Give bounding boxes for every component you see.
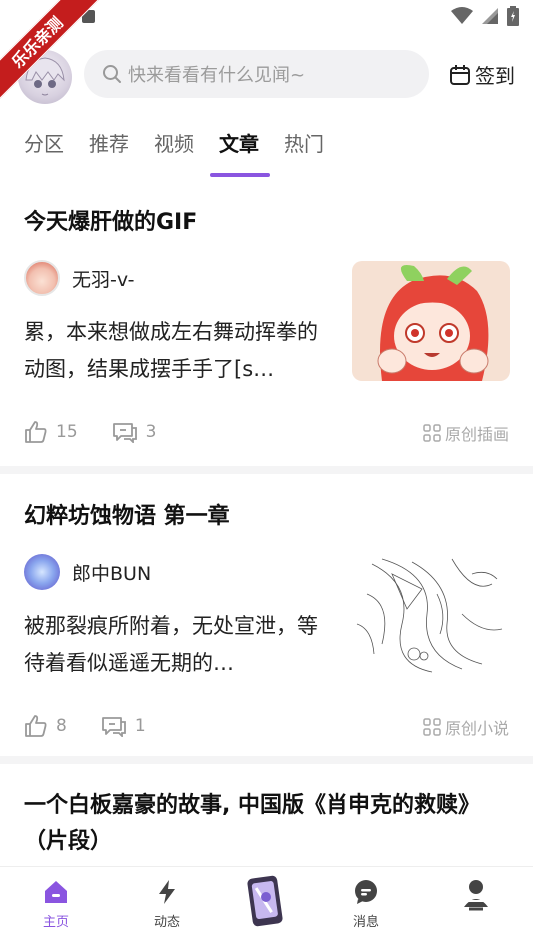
nav-profile[interactable] <box>436 879 516 917</box>
comment-button[interactable]: 3 <box>112 421 157 443</box>
category-tag-label: 原创小说 <box>444 719 509 738</box>
search-icon <box>103 65 121 83</box>
battery-icon <box>507 6 519 26</box>
bottom-navigation: 主页 动态 消息 <box>0 866 533 949</box>
tab-recommend[interactable]: 推荐 <box>89 128 129 157</box>
grid-icon <box>423 424 441 442</box>
comment-count: 3 <box>145 422 157 442</box>
comment-count: 1 <box>134 716 146 736</box>
home-icon <box>45 881 67 903</box>
comment-icon <box>101 717 126 737</box>
article-excerpt[interactable]: 累，本来想做成左右舞动挥拳的动图，结果成摆手手了[s… <box>24 314 334 388</box>
wifi-icon <box>451 7 473 24</box>
nav-home[interactable]: 主页 <box>16 879 96 930</box>
search-placeholder: 快来看看有什么见闻~ <box>128 65 306 86</box>
comment-button[interactable]: 1 <box>101 715 146 737</box>
nav-messages[interactable]: 消息 <box>326 879 406 930</box>
nav-center-app[interactable] <box>226 873 306 935</box>
article-thumbnail[interactable] <box>352 261 510 381</box>
tab-hot[interactable]: 热门 <box>284 128 324 157</box>
lightning-icon <box>159 880 175 904</box>
nav-messages-label: 消息 <box>352 915 379 930</box>
tab-video[interactable]: 视频 <box>154 128 194 157</box>
calendar-icon <box>450 64 470 85</box>
article-title[interactable]: 一个白板嘉豪的故事, 中国版《肖申克的救赎》（片段） <box>24 788 494 860</box>
article-card[interactable]: 幻粹坊蚀物语 第一章 郎中BUN 被那裂痕所附着，无处宣泄，等待着看似遥遥无期的… <box>0 474 533 754</box>
article-stats: 15 3 <box>24 420 156 444</box>
author-row[interactable]: 无羽-v- <box>24 260 134 296</box>
category-tag[interactable]: 原创小说 <box>423 715 509 739</box>
author-avatar[interactable] <box>24 554 60 590</box>
signal-icon <box>482 8 498 24</box>
article-card[interactable]: 一个白板嘉豪的故事, 中国版《肖申克的救赎》（片段） <box>0 764 533 864</box>
comment-icon <box>112 423 137 443</box>
author-avatar[interactable] <box>24 260 60 296</box>
signin-label: 签到 <box>475 64 515 88</box>
top-header: 快来看看有什么见闻~ 签到 <box>0 46 533 104</box>
grid-icon <box>423 718 441 736</box>
signin-button[interactable]: 签到 <box>449 60 515 89</box>
card-divider <box>0 466 533 474</box>
tab-section[interactable]: 分区 <box>24 128 64 157</box>
article-title[interactable]: 今天爆肝做的GIF <box>24 204 197 236</box>
category-tabs: 分区 推荐 视频 文章 热门 <box>0 128 533 180</box>
thumbnail-illustration <box>377 265 489 381</box>
like-button[interactable]: 15 <box>24 420 78 444</box>
article-title[interactable]: 幻粹坊蚀物语 第一章 <box>24 498 230 530</box>
nav-feed-label: 动态 <box>153 915 180 930</box>
article-stats: 8 1 <box>24 714 146 738</box>
center-app-icon <box>247 875 283 927</box>
profile-icon <box>464 880 488 911</box>
like-count: 15 <box>56 422 78 442</box>
article-card[interactable]: 今天爆肝做的GIF 无羽-v- 累，本来想做成左右舞动挥拳的动图，结果成摆手手了… <box>0 190 533 466</box>
category-tag-label: 原创插画 <box>444 425 509 444</box>
sketch-illustration <box>356 558 503 673</box>
card-divider <box>0 756 533 764</box>
tab-articles[interactable]: 文章 <box>219 128 259 157</box>
author-row[interactable]: 郎中BUN <box>24 554 151 590</box>
author-name[interactable]: 无羽-v- <box>72 265 134 292</box>
search-bar[interactable]: 快来看看有什么见闻~ <box>84 50 429 98</box>
thumbs-up-icon <box>25 421 47 443</box>
thumbs-up-icon <box>25 715 47 737</box>
like-count: 8 <box>56 716 67 736</box>
article-excerpt[interactable]: 被那裂痕所附着，无处宣泄，等待着看似遥遥无期的… <box>24 608 334 682</box>
active-tab-indicator <box>210 173 270 177</box>
message-icon <box>355 880 377 904</box>
author-name[interactable]: 郎中BUN <box>72 559 151 586</box>
status-icons <box>451 6 519 26</box>
article-thumbnail[interactable] <box>352 554 510 674</box>
category-tag[interactable]: 原创插画 <box>423 421 509 445</box>
nav-feed[interactable]: 动态 <box>127 879 207 930</box>
nav-home-label: 主页 <box>42 915 69 930</box>
like-button[interactable]: 8 <box>24 714 67 738</box>
